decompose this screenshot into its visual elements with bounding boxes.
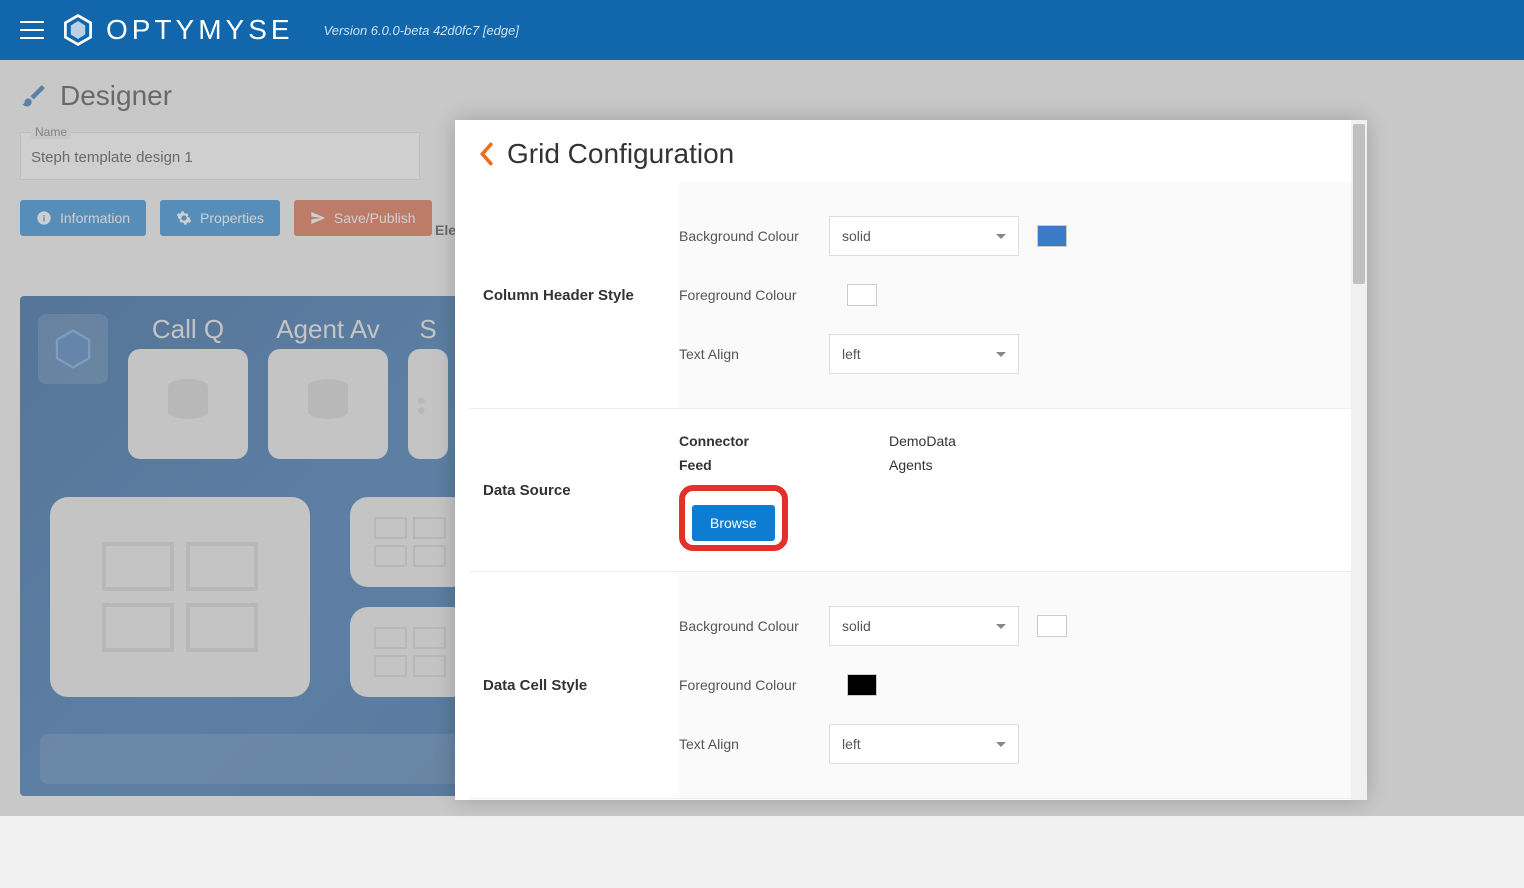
panel-scrollbar[interactable] [1351, 120, 1367, 800]
feed-value: Agents [889, 457, 933, 473]
section-data-cell-style: Data Cell Style Background Colour solid … [469, 571, 1353, 798]
bg-colour-select[interactable]: solid [829, 606, 1019, 646]
back-icon[interactable] [477, 142, 495, 166]
section-data-source: Data Source Connector DemoData Feed Agen… [469, 408, 1353, 571]
brand-text: OPTYMYSE [106, 14, 294, 46]
section-label: Data Source [469, 409, 679, 571]
version-text: Version 6.0.0-beta 42d0fc7 [edge] [324, 23, 519, 38]
text-align-label: Text Align [679, 346, 829, 362]
bg-colour-select[interactable]: solid [829, 216, 1019, 256]
browse-button[interactable]: Browse [692, 505, 775, 541]
bg-colour-label: Background Colour [679, 618, 829, 634]
section-label: Column Header Style [469, 182, 679, 408]
text-align-label: Text Align [679, 736, 829, 752]
chevron-down-icon [996, 234, 1006, 239]
bg-colour-label: Background Colour [679, 228, 829, 244]
chevron-down-icon [996, 624, 1006, 629]
fg-colour-label: Foreground Colour [679, 287, 829, 303]
text-align-select[interactable]: left [829, 334, 1019, 374]
panel-title: Grid Configuration [507, 138, 734, 170]
fg-colour-label: Foreground Colour [679, 677, 829, 693]
connector-value: DemoData [889, 433, 956, 449]
fg-colour-swatch[interactable] [847, 674, 877, 696]
section-column-header-style: Column Header Style Background Colour so… [469, 182, 1353, 408]
browse-highlight: Browse [679, 485, 788, 551]
chevron-down-icon [996, 352, 1006, 357]
top-bar: OPTYMYSE Version 6.0.0-beta 42d0fc7 [edg… [0, 0, 1524, 60]
chevron-down-icon [996, 742, 1006, 747]
logo-icon [60, 12, 96, 48]
section-label: Data Fields [469, 799, 679, 800]
section-label: Data Cell Style [469, 572, 679, 798]
feed-label: Feed [679, 457, 889, 473]
brand-logo[interactable]: OPTYMYSE [60, 12, 294, 48]
connector-label: Connector [679, 433, 889, 449]
bg-colour-swatch[interactable] [1037, 225, 1067, 247]
grid-configuration-panel: Grid Configuration Column Header Style B… [455, 120, 1367, 800]
menu-icon[interactable] [20, 21, 44, 39]
bg-colour-swatch[interactable] [1037, 615, 1067, 637]
text-align-select[interactable]: left [829, 724, 1019, 764]
section-data-fields: Data Fields AgentState [469, 798, 1353, 800]
fg-colour-swatch[interactable] [847, 284, 877, 306]
